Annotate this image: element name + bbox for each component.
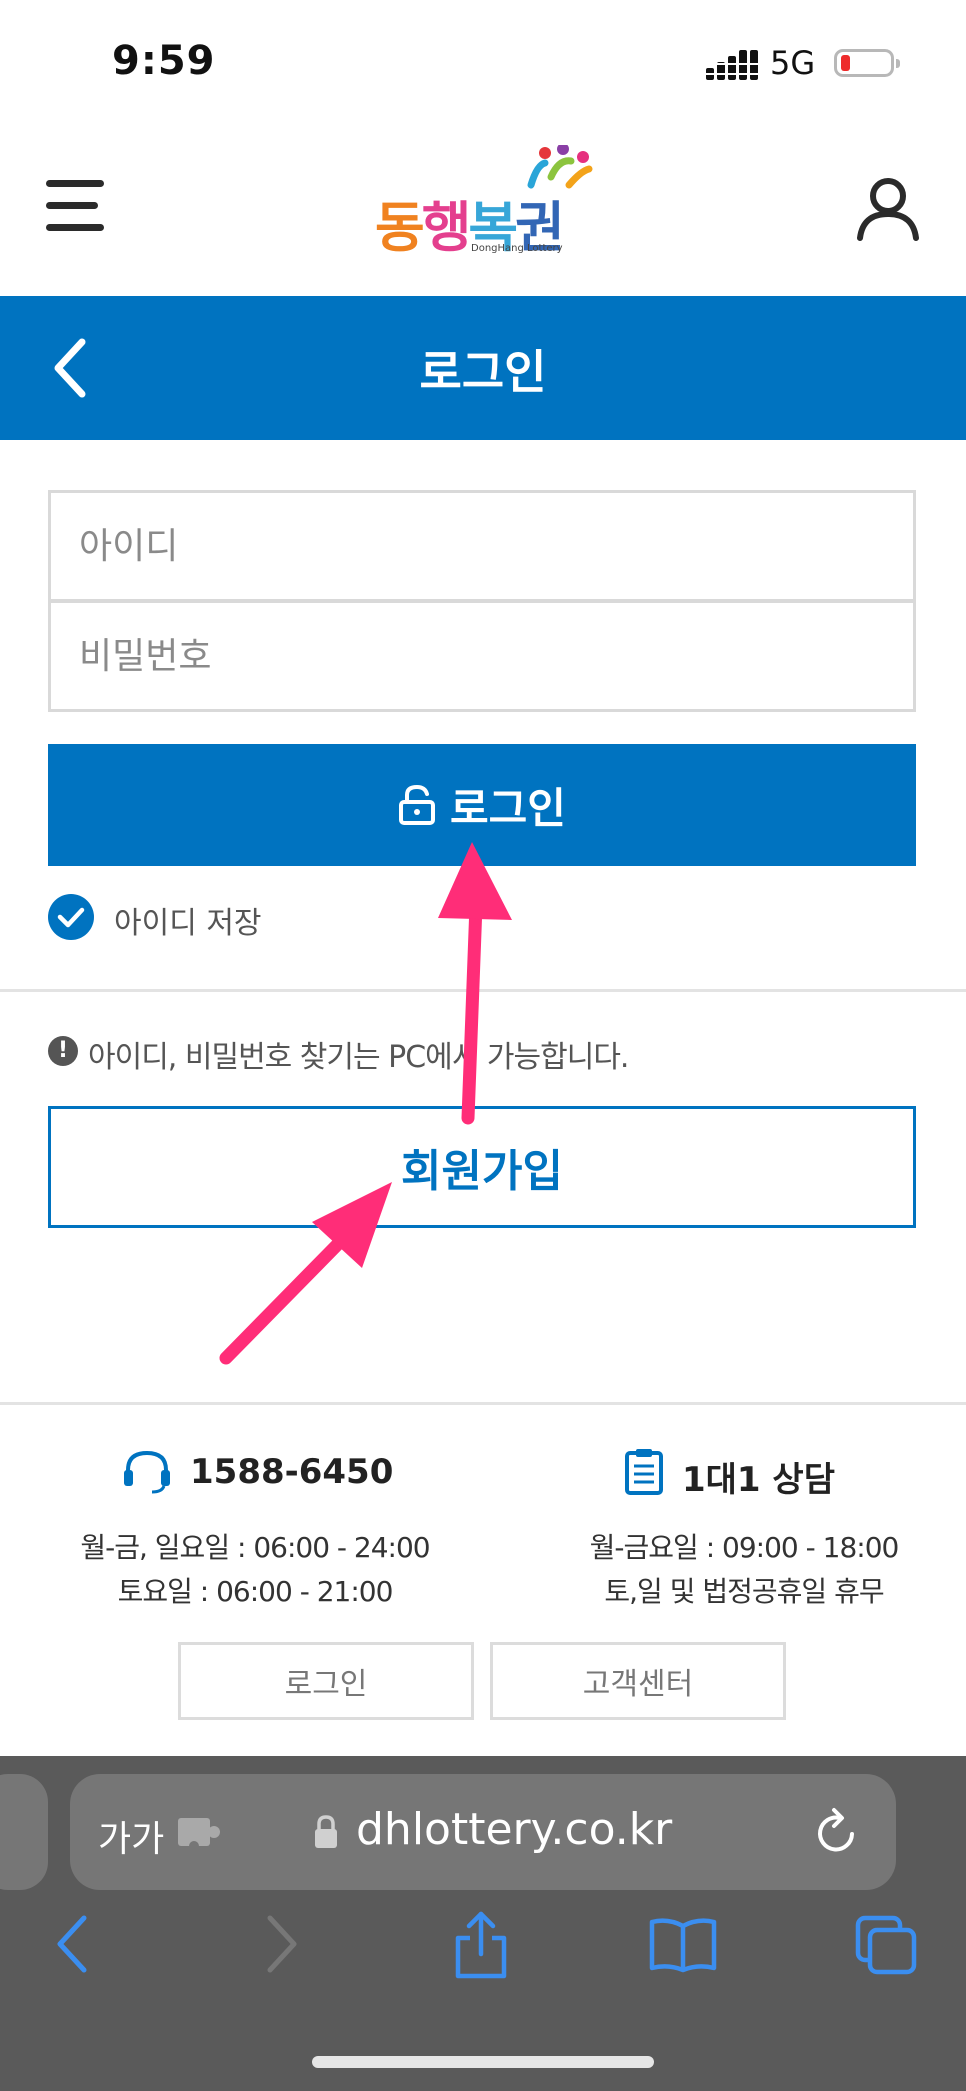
page-title: 로그인	[419, 345, 547, 399]
headset-icon	[124, 1450, 170, 1494]
exclamation-icon: !	[48, 1036, 78, 1066]
annotation-arrow-to-login	[438, 842, 512, 1125]
save-id-label[interactable]: 아이디 저장	[114, 898, 262, 942]
footer-customer-center-button[interactable]: 고객센터	[490, 1642, 786, 1720]
find-account-notice: 아이디, 비밀번호 찾기는 PC에서 가능합니다.	[88, 1040, 629, 1075]
previous-tab-preview[interactable]	[0, 1774, 48, 1890]
user-icon[interactable]	[855, 176, 921, 242]
checkmark-icon	[57, 907, 85, 928]
password-input[interactable]	[51, 603, 913, 709]
status-time: 9:59	[112, 38, 216, 84]
text-size-button[interactable]: 가가	[98, 1810, 164, 1862]
battery-icon	[834, 49, 900, 77]
signup-button[interactable]: 회원가입	[48, 1106, 916, 1228]
login-button-label: 로그인	[450, 783, 566, 833]
divider	[0, 989, 966, 992]
save-id-checkbox[interactable]	[48, 894, 94, 940]
login-button[interactable]: 로그인	[48, 744, 916, 866]
signup-button-label: 회원가입	[401, 1146, 563, 1197]
logo-subtext: DongHang Lottery	[471, 243, 563, 254]
consult-hours-weekday: 월-금요일 : 09:00 - 18:00	[589, 1531, 900, 1564]
network-type: 5G	[770, 44, 816, 82]
unlock-icon	[399, 784, 436, 825]
phone-hours-weekday: 월-금, 일요일 : 06:00 - 24:00	[80, 1531, 430, 1564]
phone-number[interactable]: 1588-6450	[190, 1452, 393, 1492]
hamburger-menu-button[interactable]	[46, 180, 106, 232]
share-icon[interactable]	[452, 1910, 510, 1980]
lock-icon	[315, 1815, 337, 1848]
donghang-lottery-logo[interactable]: 동행복권 DongHang Lottery	[375, 145, 595, 265]
reload-icon[interactable]	[812, 1806, 862, 1858]
phone-hours-saturday: 토요일 : 06:00 - 21:00	[117, 1575, 394, 1608]
id-field-wrapper	[48, 490, 916, 602]
consult-hours-holiday: 토,일 및 법정공휴일 휴무	[604, 1575, 884, 1608]
clipboard-icon	[625, 1449, 663, 1495]
tabs-icon[interactable]	[854, 1914, 918, 1976]
id-input[interactable]	[51, 493, 913, 599]
forward-icon[interactable]	[262, 1914, 302, 1974]
extension-icon[interactable]	[176, 1814, 222, 1850]
password-field-wrapper	[48, 600, 916, 712]
home-indicator	[312, 2056, 654, 2068]
cellular-signal-icon	[706, 50, 758, 80]
bookmarks-icon[interactable]	[648, 1914, 718, 1974]
divider	[0, 1402, 966, 1405]
back-icon[interactable]	[52, 1914, 92, 1974]
footer-login-button[interactable]: 로그인	[178, 1642, 474, 1720]
url-text[interactable]: dhlottery.co.kr	[356, 1804, 672, 1855]
consult-title[interactable]: 1대1 상담	[682, 1452, 835, 1501]
